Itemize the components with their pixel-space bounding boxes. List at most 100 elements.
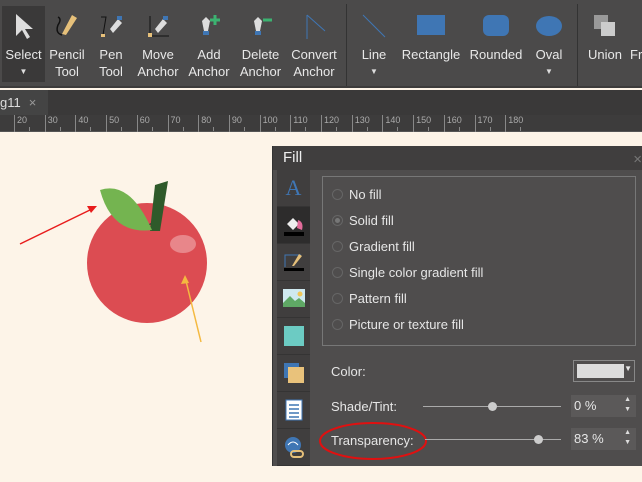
line-icon (356, 6, 392, 46)
apple-shape[interactable] (87, 181, 207, 323)
ruler-label: 70 (167, 115, 181, 132)
line-button[interactable]: Line ▼ (356, 6, 392, 82)
color-label: Color: (331, 364, 366, 379)
pencil-icon (46, 6, 88, 46)
close-tab-icon[interactable]: × (29, 95, 37, 110)
ruler-tick (151, 127, 153, 131)
document-tab[interactable]: g11 × (0, 90, 48, 115)
radio-button[interactable] (332, 292, 343, 304)
panel-sidebar: A (277, 170, 310, 466)
delete-anchor-button[interactable]: Delete Anchor (237, 6, 284, 82)
transparency-spinner[interactable]: 83 % ▲ ▼ (571, 428, 636, 450)
tool-label: Fr (630, 47, 642, 62)
ruler-tick (458, 127, 460, 131)
ruler-label: 20 (14, 115, 27, 132)
ruler-tick (121, 127, 123, 131)
ruler-tick (336, 127, 337, 131)
oval-icon (530, 6, 568, 46)
toolbar: Select ▼ Pencil Tool Pen Tool Move Anchor Ad… (0, 0, 642, 88)
convert-anchor-button[interactable]: Convert Anchor (288, 6, 340, 82)
spinner-arrows-icon[interactable]: ▲ ▼ (624, 395, 631, 415)
landscape-image-icon (282, 289, 305, 307)
tool-label: Convert (291, 47, 337, 62)
select-tool-button[interactable]: Select ▼ (2, 6, 45, 82)
fill-panel: Fill × A No fill Solid fill Gradient fill Si… (272, 146, 642, 466)
chevron-down-icon: ▼ (624, 364, 632, 373)
add-anchor-icon (187, 6, 231, 46)
spinner-arrows-icon[interactable]: ▲ ▼ (624, 428, 631, 448)
tool-label: Tool (55, 64, 79, 79)
shadow-tab[interactable] (277, 318, 310, 355)
fill-option[interactable]: Picture or texture fill (323, 311, 635, 337)
pen-tool-button[interactable]: Pen Tool (90, 6, 132, 82)
tool-label: Anchor (293, 64, 335, 79)
apple-highlight (170, 235, 196, 253)
fragment-button[interactable]: Fr (630, 6, 642, 82)
add-anchor-button[interactable]: Add Anchor (187, 6, 231, 82)
tool-label: Rectangle (401, 47, 461, 62)
letter-a-icon: A (285, 175, 302, 200)
line-tab[interactable] (277, 244, 310, 281)
ruler-label: 80 (198, 115, 211, 132)
fill-tab[interactable] (277, 207, 310, 244)
ruler-label: 60 (136, 115, 150, 132)
radio-button[interactable] (332, 214, 343, 226)
move-anchor-icon (135, 6, 181, 46)
ruler-tick (397, 127, 399, 131)
tool-label: Rounded (469, 47, 523, 62)
fill-option[interactable]: Pattern fill (323, 285, 635, 311)
tab-label: g11 (0, 95, 21, 110)
arrange-tab[interactable] (277, 355, 310, 392)
tool-label: Oval (535, 47, 563, 62)
move-anchor-button[interactable]: Move Anchor (135, 6, 181, 82)
tool-label: Line (361, 47, 387, 62)
image-tab[interactable] (277, 281, 310, 318)
pencil-tool-button[interactable]: Pencil Tool (46, 6, 88, 82)
oval-button[interactable]: Oval ▼ (530, 6, 568, 82)
color-dropdown[interactable]: ▼ (573, 360, 635, 382)
tool-label: Select (5, 47, 42, 62)
shade-tint-spinner[interactable]: 0 % ▲ ▼ (571, 395, 636, 417)
ruler-tick (182, 127, 184, 131)
tool-label: Anchor (188, 64, 230, 79)
fill-option-label: Solid fill (349, 212, 394, 228)
ruler-tick (366, 127, 368, 131)
rounded-rectangle-icon (466, 6, 526, 46)
fill-option[interactable]: Gradient fill (323, 233, 635, 259)
rectangle-button[interactable]: Rectangle (400, 6, 462, 82)
fill-option-label: Pattern fill (349, 290, 407, 306)
fill-option[interactable]: No fill (323, 181, 635, 207)
radio-button[interactable] (332, 188, 343, 200)
union-button[interactable]: Union (585, 6, 625, 82)
panel-title-bar: Fill × (273, 146, 642, 170)
line-pencil-icon (283, 254, 304, 271)
shade-tint-slider[interactable] (423, 402, 561, 411)
toolbar-separator (346, 4, 347, 86)
transparency-slider[interactable] (425, 435, 561, 444)
radio-button[interactable] (332, 318, 343, 330)
arrow-cursor-icon (2, 6, 45, 46)
fill-option-label: No fill (349, 186, 382, 202)
teal-square-icon (283, 326, 304, 346)
fill-option[interactable]: Solid fill (323, 207, 635, 233)
ruler-tick (520, 127, 522, 131)
hyperlink-tab[interactable] (277, 429, 310, 466)
slider-knob[interactable] (488, 402, 497, 411)
tool-label: Move (142, 47, 174, 62)
rounded-rectangle-button[interactable]: Rounded (466, 6, 526, 82)
ruler-label: 40 (75, 115, 88, 132)
fill-option-label: Picture or texture fill (349, 316, 464, 332)
slider-knob[interactable] (533, 435, 543, 444)
close-panel-icon[interactable]: × (633, 148, 642, 172)
shade-tint-value: 0 % (574, 398, 597, 413)
ruler-label: 30 (44, 115, 58, 132)
ruler-label: 50 (106, 115, 119, 132)
text-format-tab[interactable]: A (277, 170, 310, 207)
fill-option[interactable]: Single color gradient fill (323, 259, 635, 285)
radio-button[interactable] (332, 266, 343, 278)
ruler-label: 90 (228, 115, 242, 132)
page-tab[interactable] (277, 392, 310, 429)
radio-button[interactable] (332, 240, 343, 252)
rectangle-icon (400, 6, 462, 46)
ruler-tick (305, 127, 307, 131)
